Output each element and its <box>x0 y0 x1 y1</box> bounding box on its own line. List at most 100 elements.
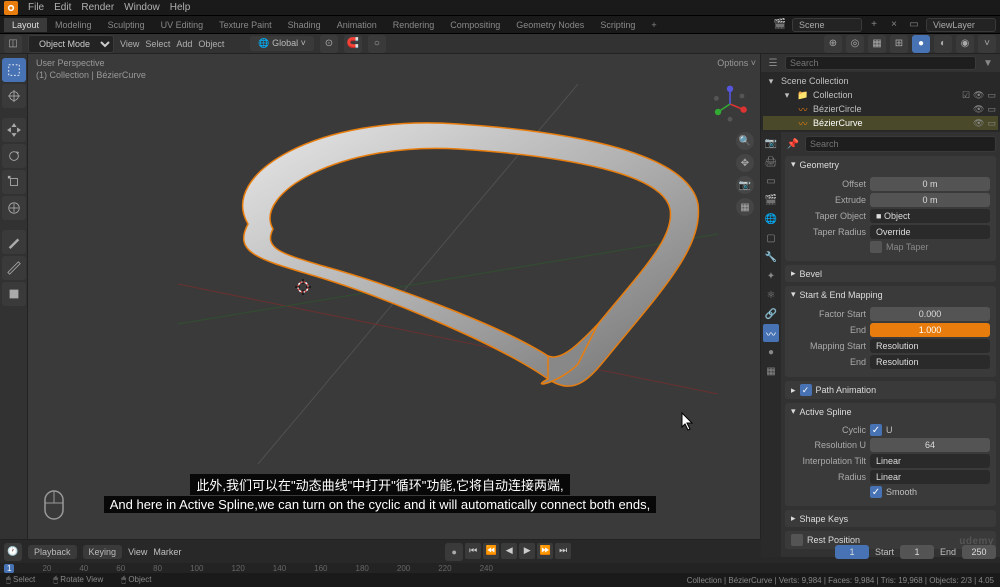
tab-scripting[interactable]: Scripting <box>592 18 643 32</box>
tree-collection[interactable]: ▾ 📁 Collection ☑👁▭ <box>763 88 998 102</box>
outliner-type-icon[interactable]: ☰ <box>765 55 781 71</box>
pivot-icon[interactable]: ⊙ <box>320 35 338 53</box>
tool-transform[interactable] <box>2 196 26 220</box>
taper-object-field[interactable]: ■ Object <box>870 209 990 223</box>
eye-icon[interactable]: 👁 <box>973 104 984 115</box>
snap-icon[interactable]: 🧲 <box>344 35 362 53</box>
proptab-render[interactable]: 📷 <box>763 134 779 152</box>
outliner-search[interactable] <box>785 56 976 70</box>
wire-icon[interactable]: ⊞ <box>890 35 908 53</box>
factor-start-field[interactable]: 0.000 <box>870 307 990 321</box>
proptab-viewlayer[interactable]: ▭ <box>763 172 779 190</box>
menu-edit[interactable]: Edit <box>54 2 71 13</box>
scene-del-icon[interactable]: × <box>886 17 902 33</box>
play-rev-icon[interactable]: ◀ <box>501 543 517 559</box>
tree-beziercircle[interactable]: 〰 BézierCircle 👁▭ <box>763 102 998 116</box>
rest-pos-checkbox[interactable] <box>791 534 803 546</box>
tool-measure[interactable] <box>2 256 26 280</box>
proptab-material[interactable]: ● <box>763 343 779 361</box>
smooth-checkbox[interactable]: ✓ <box>870 486 882 498</box>
menu-render[interactable]: Render <box>81 2 114 13</box>
section-active-spline[interactable]: ▾ Active Spline <box>785 403 996 420</box>
tool-rotate[interactable] <box>2 144 26 168</box>
proptab-particle[interactable]: ✦ <box>763 267 779 285</box>
tab-compositing[interactable]: Compositing <box>442 18 508 32</box>
proptab-modifier[interactable]: 🔧 <box>763 248 779 266</box>
tab-layout[interactable]: Layout <box>4 18 47 32</box>
offset-field[interactable]: 0 m <box>870 177 990 191</box>
tree-beziercurve[interactable]: 〰 BézierCurve 👁▭ <box>763 116 998 130</box>
menu-window[interactable]: Window <box>124 2 160 13</box>
play-icon[interactable]: ▶ <box>519 543 535 559</box>
keying-menu[interactable]: Keying <box>83 545 123 559</box>
radius-field[interactable]: Linear <box>870 470 990 484</box>
tab-add[interactable]: + <box>643 18 664 32</box>
tool-move[interactable] <box>2 118 26 142</box>
keyframe-next-icon[interactable]: ⏩ <box>537 543 553 559</box>
shading-drop-icon[interactable]: ˅ <box>978 35 996 53</box>
proptab-object[interactable]: ▢ <box>763 229 779 247</box>
filter-icon[interactable]: ▼ <box>980 55 996 71</box>
tab-uv[interactable]: UV Editing <box>153 18 212 32</box>
section-geometry[interactable]: ▾ Geometry <box>785 156 996 173</box>
exclude-icon[interactable]: ☑ <box>962 90 970 101</box>
overlay-icon[interactable]: ◎ <box>846 35 864 53</box>
proportional-icon[interactable]: ○ <box>368 35 386 53</box>
proptab-data-curve[interactable]: 〰 <box>763 324 779 342</box>
rendered-icon[interactable]: ◉ <box>956 35 974 53</box>
section-path-anim[interactable]: ▸ ✓ Path Animation <box>785 381 996 399</box>
move-view-icon[interactable]: ✥ <box>736 154 754 172</box>
proptab-constraint[interactable]: 🔗 <box>763 305 779 323</box>
section-start-end[interactable]: ▾ Start & End Mapping <box>785 286 996 303</box>
proptab-scene[interactable]: 🎬 <box>763 191 779 209</box>
tool-select-box[interactable] <box>2 58 26 82</box>
mapping-start-field[interactable]: Resolution <box>870 339 990 353</box>
editor-type-icon[interactable]: ◫ <box>4 35 22 53</box>
vp-menu-select[interactable]: Select <box>145 39 170 49</box>
disable-icon[interactable]: ▭ <box>987 118 996 129</box>
eye-icon[interactable]: 👁 <box>973 90 984 101</box>
resolution-u-field[interactable]: 64 <box>870 438 990 452</box>
zoom-icon[interactable]: 🔍 <box>736 132 754 150</box>
keyframe-prev-icon[interactable]: ⏪ <box>483 543 499 559</box>
mode-select[interactable]: Object Mode <box>28 35 114 53</box>
proptab-texture[interactable]: ▦ <box>763 362 779 380</box>
matprev-icon[interactable]: ◐ <box>934 35 952 53</box>
path-anim-checkbox[interactable]: ✓ <box>800 384 812 396</box>
persp-icon[interactable]: ▦ <box>736 198 754 216</box>
taper-radius-field[interactable]: Override <box>870 225 990 239</box>
tab-texture[interactable]: Texture Paint <box>211 18 280 32</box>
tree-scene-collection[interactable]: ▾ Scene Collection <box>763 74 998 88</box>
disable-icon[interactable]: ▭ <box>987 90 996 101</box>
beziercurve-object[interactable] <box>178 84 718 464</box>
orientation-select[interactable]: 🌐 Global ˅ <box>250 36 314 51</box>
pin-icon[interactable]: 📌 <box>785 136 801 152</box>
tab-sculpting[interactable]: Sculpting <box>100 18 153 32</box>
vp-menu-view[interactable]: View <box>120 39 139 49</box>
tab-modeling[interactable]: Modeling <box>47 18 100 32</box>
cyclic-u-checkbox[interactable]: ✓ <box>870 424 882 436</box>
tab-shading[interactable]: Shading <box>280 18 329 32</box>
autokey-icon[interactable]: ● <box>445 543 463 561</box>
tool-scale[interactable] <box>2 170 26 194</box>
viewport-options[interactable]: Options ˅ <box>717 58 756 68</box>
viewlayer-input[interactable] <box>926 18 996 32</box>
scene-name-input[interactable] <box>792 18 862 32</box>
tl-marker[interactable]: Marker <box>153 547 181 557</box>
tab-rendering[interactable]: Rendering <box>385 18 443 32</box>
tool-addcube[interactable] <box>2 282 26 306</box>
menu-help[interactable]: Help <box>170 2 191 13</box>
tool-cursor[interactable] <box>2 84 26 108</box>
vp-menu-object[interactable]: Object <box>198 39 224 49</box>
tool-annotate[interactable] <box>2 230 26 254</box>
interp-tilt-field[interactable]: Linear <box>870 454 990 468</box>
tab-geonodes[interactable]: Geometry Nodes <box>508 18 592 32</box>
tl-view[interactable]: View <box>128 547 147 557</box>
scene-new-icon[interactable]: + <box>866 17 882 33</box>
blender-logo-icon[interactable] <box>4 1 18 15</box>
proptab-output[interactable]: 🖨 <box>763 153 779 171</box>
playback-menu[interactable]: Playback <box>28 545 77 559</box>
menu-file[interactable]: File <box>28 2 44 13</box>
props-search[interactable] <box>805 136 996 152</box>
section-bevel[interactable]: ▸ Bevel <box>785 265 996 282</box>
